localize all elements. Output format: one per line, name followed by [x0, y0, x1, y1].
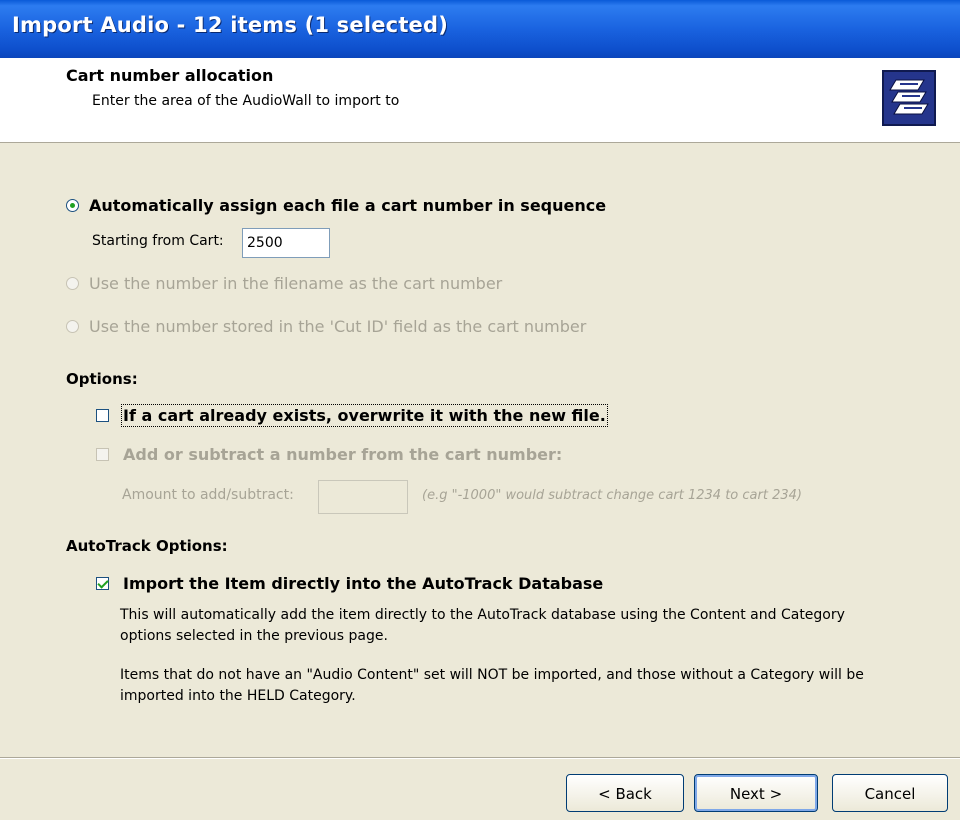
offset-checkbox[interactable]: Add or subtract a number from the cart n… [96, 445, 562, 464]
offset-label: Add or subtract a number from the cart n… [123, 445, 563, 464]
options-heading: Options: [66, 370, 138, 388]
wizard-document-icon [882, 70, 936, 126]
autotrack-heading: AutoTrack Options: [66, 537, 228, 555]
back-button[interactable]: < Back [566, 774, 684, 812]
autotrack-check-indicator [96, 577, 109, 590]
auto-assign-label: Automatically assign each file a cart nu… [89, 196, 607, 215]
autotrack-import-label: Import the Item directly into the AutoTr… [123, 574, 604, 593]
offset-check-indicator [96, 448, 109, 461]
radio-auto-indicator [66, 199, 79, 212]
overwrite-checkbox[interactable]: If a cart already exists, overwrite it w… [96, 404, 608, 427]
autotrack-warning: Items that do not have an "Audio Content… [120, 667, 864, 704]
amount-label: Amount to add/subtract: [122, 487, 294, 503]
cancel-button[interactable]: Cancel [832, 774, 948, 812]
page-title: Cart number allocation [66, 66, 274, 85]
starting-cart-label: Starting from Cart: [92, 233, 224, 249]
overwrite-check-indicator [96, 409, 109, 422]
cutid-number-radio[interactable]: Use the number stored in the 'Cut ID' fi… [66, 317, 586, 336]
page-subtitle: Enter the area of the AudioWall to impor… [92, 93, 400, 109]
radio-cutid-indicator [66, 320, 79, 333]
autotrack-import-checkbox[interactable]: Import the Item directly into the AutoTr… [96, 574, 603, 593]
amount-hint: (e.g "-1000" would subtract change cart … [422, 488, 802, 503]
filename-number-label: Use the number in the filename as the ca… [89, 274, 503, 293]
next-button[interactable]: Next > [694, 774, 818, 812]
filename-number-radio[interactable]: Use the number in the filename as the ca… [66, 274, 502, 293]
autotrack-description: This will automatically add the item dir… [120, 607, 845, 644]
auto-assign-radio[interactable]: Automatically assign each file a cart nu… [66, 196, 606, 215]
window-title: Import Audio - 12 items (1 selected) [12, 13, 449, 37]
footer-separator [0, 757, 960, 759]
import-audio-dialog: Import Audio - 12 items (1 selected) Car… [0, 0, 960, 820]
overwrite-label: If a cart already exists, overwrite it w… [121, 404, 608, 427]
title-bar[interactable]: Import Audio - 12 items (1 selected) [0, 0, 960, 58]
starting-cart-input[interactable]: 2500 [242, 228, 330, 258]
radio-filename-indicator [66, 277, 79, 290]
cutid-number-label: Use the number stored in the 'Cut ID' fi… [89, 317, 587, 336]
amount-input[interactable] [318, 480, 408, 514]
